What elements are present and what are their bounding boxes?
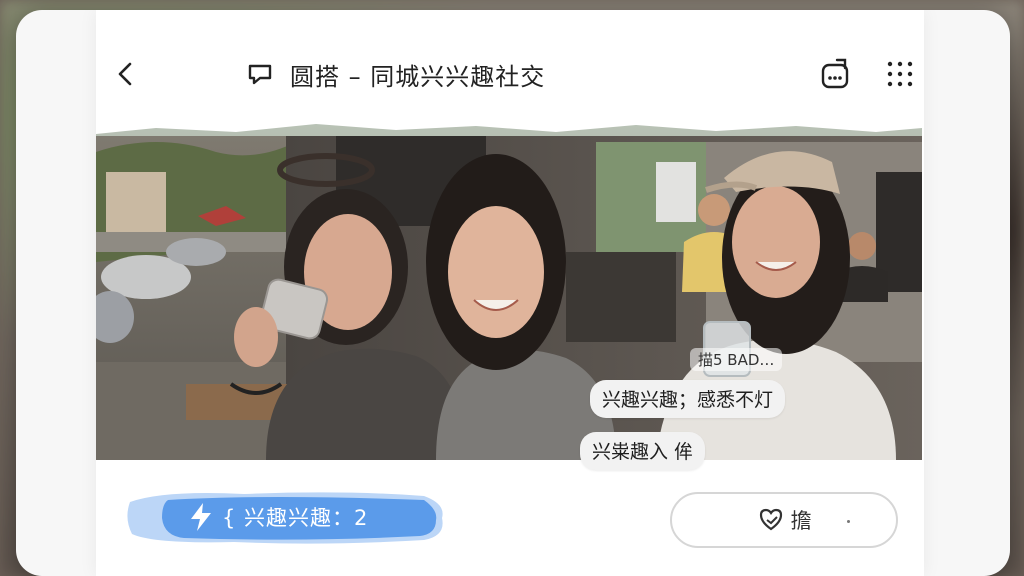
- app-window: 圆搭 – 同城兴兴趣社交 描5 BAD… 兴趣兴趣；感悉不灯 兴粜趣入 侔 {…: [16, 10, 1010, 576]
- more-menu-button[interactable]: [882, 56, 918, 92]
- photo-caption-2: 兴粜趣入 侔: [580, 432, 706, 470]
- back-button[interactable]: [108, 56, 144, 92]
- top-bar: 圆搭 – 同城兴兴趣社交: [96, 46, 924, 102]
- join-interest-button[interactable]: { 兴趣兴趣：2: [124, 488, 446, 546]
- page-title-text: 圆搭 – 同城兴兴趣社交: [290, 62, 546, 91]
- app-content: 圆搭 – 同城兴兴趣社交 描5 BAD… 兴趣兴趣；感悉不灯 兴粜趣入 侔 {…: [96, 10, 924, 576]
- chat-bubble-icon: [248, 64, 272, 85]
- photo-overlay-text: 描5 BAD…: [690, 348, 783, 371]
- chevron-left-icon: [118, 62, 132, 86]
- group-photo[interactable]: 描5 BAD… 兴趣兴趣；感悉不灯 兴粜趣入 侔: [96, 122, 922, 470]
- share-icon: [821, 58, 849, 89]
- share-button[interactable]: [818, 56, 854, 92]
- join-interest-label: { 兴趣兴趣：2: [222, 506, 369, 530]
- photo-caption-1: 兴趣兴趣；感悉不灯: [590, 380, 786, 418]
- heart-hand-icon: [759, 508, 782, 531]
- decorative-dot: [847, 520, 850, 523]
- react-button[interactable]: 擔: [670, 492, 898, 548]
- react-button-label: 擔: [790, 509, 812, 533]
- grid-menu-icon: [887, 61, 913, 87]
- join-interest-label-wrap: { 兴趣兴趣：2: [192, 488, 368, 546]
- group-photo-image: [96, 124, 922, 460]
- page-title: 圆搭 – 同城兴兴趣社交: [246, 56, 545, 92]
